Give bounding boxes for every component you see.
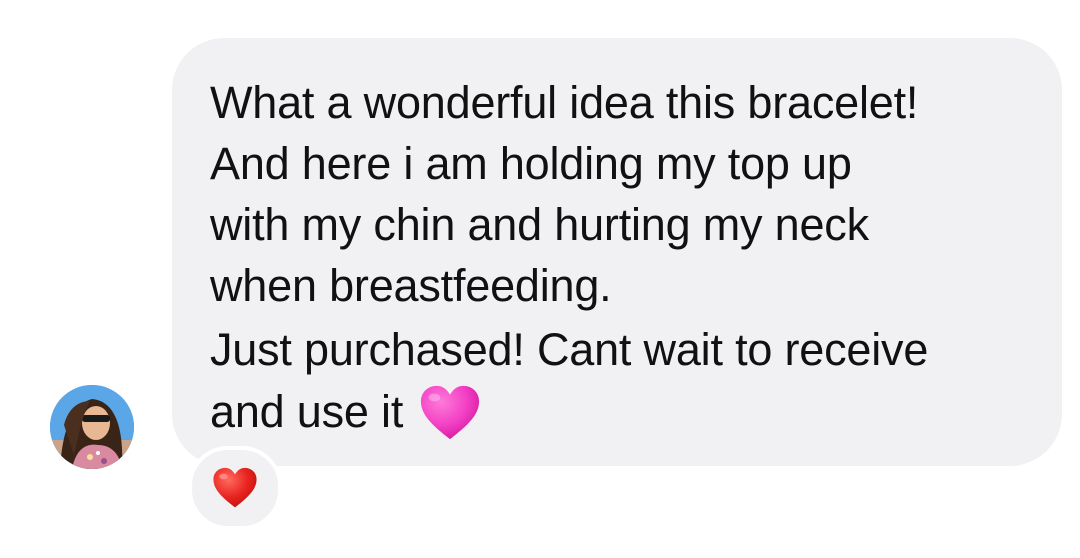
message-last-line: and use it <box>210 380 1022 442</box>
message-line: Just purchased! Cant wait to receive <box>210 324 929 375</box>
avatar-photo <box>50 385 134 469</box>
avatar[interactable] <box>50 385 134 469</box>
pink-heart-icon <box>419 384 481 442</box>
message-line: and use it <box>210 385 404 437</box>
message-line: with my chin and hurting my neck <box>210 199 869 250</box>
message-line: What a wonderful idea this bracelet! <box>210 77 919 128</box>
message-line: And here i am holding my top up <box>210 138 852 189</box>
message-bubble[interactable]: What a wonderful idea this bracelet! And… <box>172 38 1062 466</box>
red-heart-icon <box>213 467 257 508</box>
chat-thread: What a wonderful idea this bracelet! And… <box>0 0 1080 558</box>
message-line: when breastfeeding. <box>210 260 612 311</box>
reaction-badge[interactable] <box>188 446 282 530</box>
